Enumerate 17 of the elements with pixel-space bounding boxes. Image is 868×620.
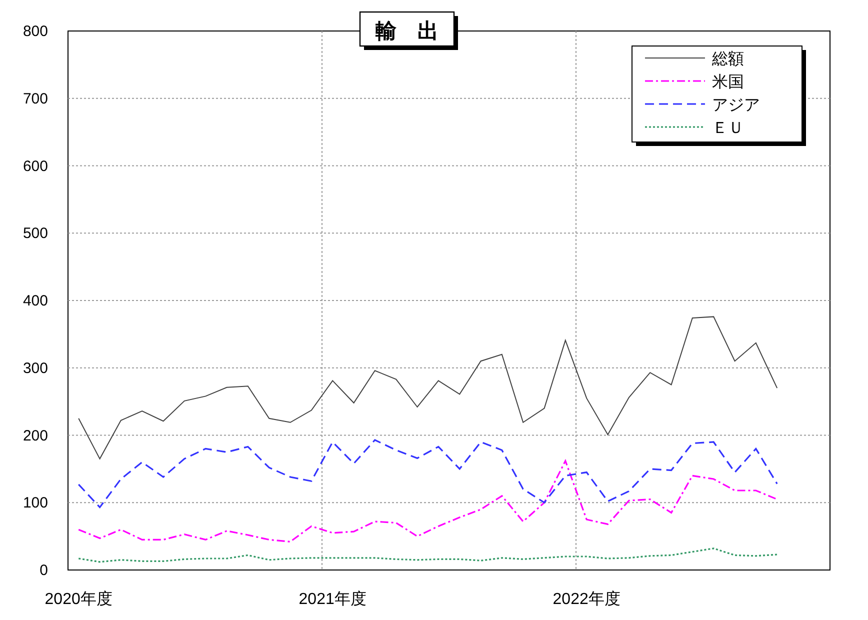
axis-label: 300 [22, 360, 48, 377]
legend-label: ＥＵ [712, 120, 744, 137]
axis-label: 700 [22, 90, 48, 108]
axis-label: 500 [22, 225, 48, 242]
axis-label: 2020年度 [44, 591, 112, 608]
legend-label: 米国 [712, 74, 744, 91]
axis-label: 0 [40, 562, 48, 579]
axis-label: 100 [22, 494, 48, 512]
axis-label: 400 [22, 292, 48, 310]
axis-label: 2021年度 [298, 591, 366, 608]
axis-label: 2022年度 [552, 591, 620, 608]
axis-label: 800 [22, 23, 48, 40]
chart-title: 輸 出 [376, 20, 438, 43]
legend-label: 総額 [712, 51, 744, 68]
legend-label: アジア [712, 97, 760, 114]
axis-label: 600 [22, 158, 48, 175]
axis-label: 200 [22, 427, 48, 444]
